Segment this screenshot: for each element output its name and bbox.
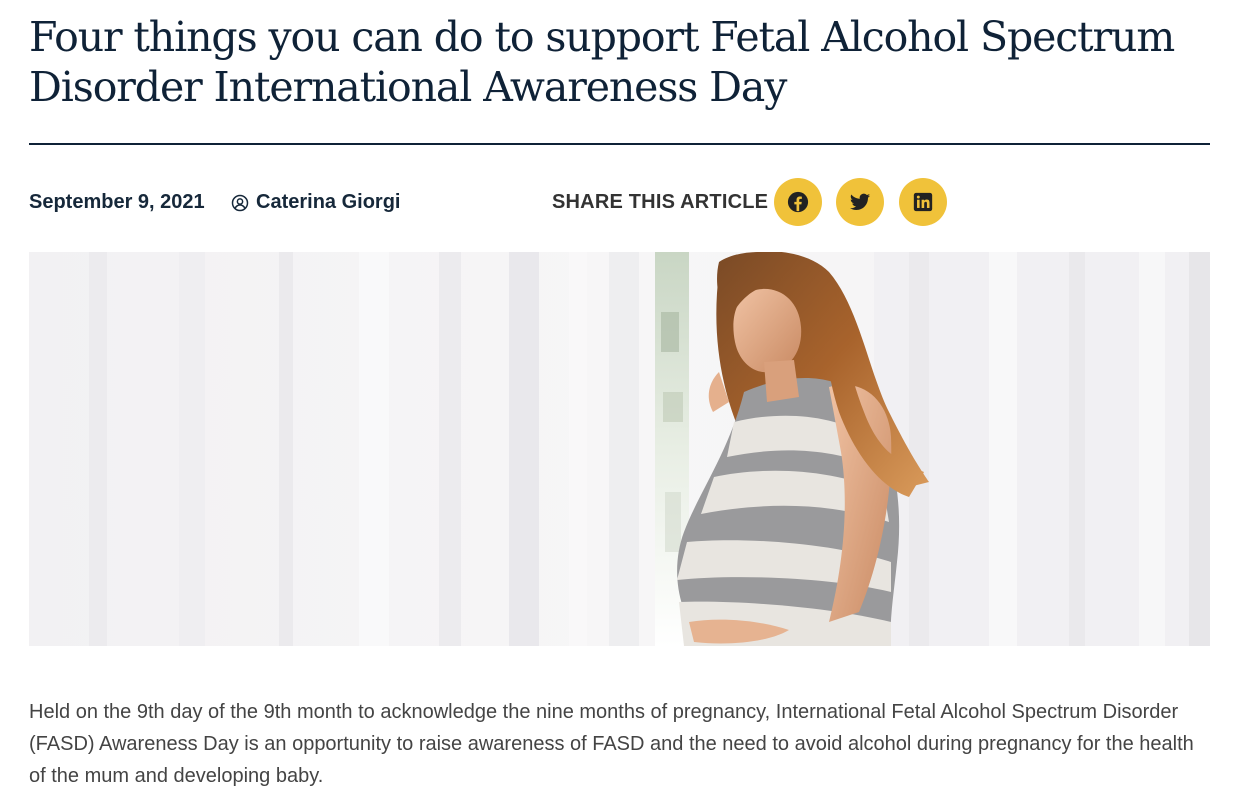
twitter-share-button[interactable] — [836, 178, 884, 226]
linkedin-icon — [913, 192, 933, 212]
user-icon — [231, 194, 249, 211]
title-divider — [29, 143, 1210, 145]
share-label: SHARE THIS ARTICLE — [552, 191, 769, 213]
pregnant-woman-photo — [29, 252, 1210, 646]
twitter-icon — [849, 193, 871, 210]
article-meta: September 9, 2021 Caterina Giorgi SHARE … — [29, 178, 1210, 226]
article-intro: Held on the 9th day of the 9th month to … — [29, 701, 1194, 787]
publish-date: September 9, 2021 — [29, 191, 205, 213]
facebook-share-button[interactable] — [774, 178, 822, 226]
linkedin-share-button[interactable] — [899, 178, 947, 226]
hero-image — [29, 252, 1210, 646]
author-byline: Caterina Giorgi — [231, 191, 400, 214]
article-title: Four things you can do to support Fetal … — [29, 13, 1175, 111]
facebook-icon — [787, 191, 809, 213]
author-name[interactable]: Caterina Giorgi — [256, 191, 400, 214]
